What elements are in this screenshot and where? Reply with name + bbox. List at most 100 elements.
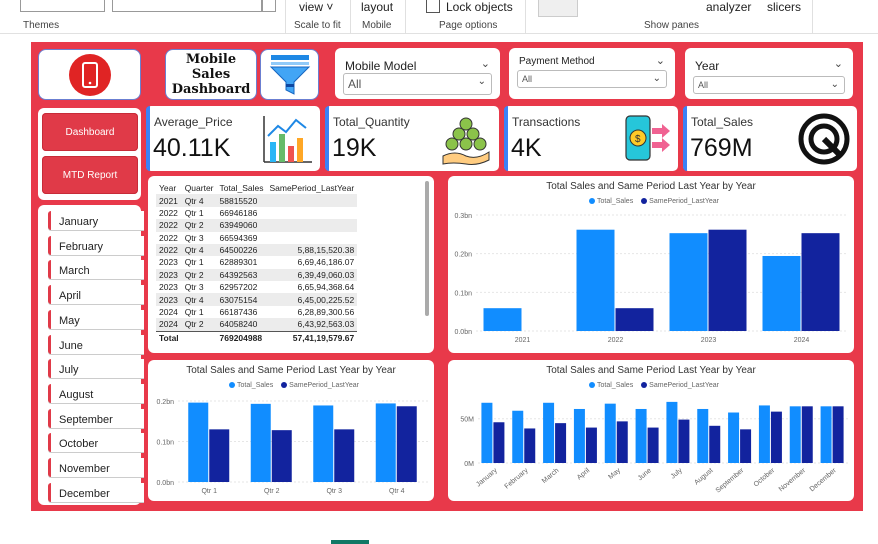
page-tab-indicator[interactable] [331, 540, 369, 544]
bar-total-sales [573, 408, 585, 463]
bar-same-period [396, 406, 417, 482]
kpi-total-sales: Total_Sales 769M [683, 106, 857, 171]
theme-swatch[interactable] [20, 0, 105, 12]
chevron-down-icon[interactable]: ⌄ [834, 57, 843, 70]
x-tick-label: December [809, 467, 839, 494]
table-cell: 66187436 [219, 306, 258, 317]
chart-by-month: Total Sales and Same Period Last Year by… [448, 360, 854, 501]
svg-text:$: $ [635, 134, 641, 145]
phone-payment-icon: $ [625, 115, 670, 161]
y-tick-label: 0.1bn [156, 440, 174, 447]
table-cell: Qtr 2 [181, 268, 217, 281]
bar-total-sales [762, 255, 801, 331]
view-button[interactable]: view ˅ [299, 0, 333, 14]
bar-total-sales [250, 403, 271, 482]
layout-button[interactable]: layout [361, 0, 393, 14]
bar-same-period [801, 233, 840, 331]
table-cell: Qtr 2 [181, 318, 217, 331]
table-header[interactable]: Year [156, 182, 182, 194]
table-cell [266, 219, 358, 232]
filter-card[interactable] [260, 49, 319, 100]
bar-same-period [615, 308, 654, 331]
month-item-april[interactable]: April [48, 285, 144, 305]
table-cell: 63075154 [216, 293, 267, 306]
chevron-down-icon[interactable]: ⌄ [481, 57, 490, 70]
chart-by-quarter: Total Sales and Same Period Last Year by… [148, 360, 434, 501]
bar-total-sales [758, 405, 770, 463]
bar-total-sales [188, 402, 209, 482]
dashboard-nav-button[interactable]: Dashboard [42, 113, 138, 151]
month-item-july[interactable]: July [48, 359, 144, 379]
bar-same-period [740, 429, 752, 463]
month-item-february[interactable]: February [48, 235, 144, 255]
payment-method-dropdown[interactable]: All ⌄ [517, 70, 667, 88]
table-scrollbar[interactable] [425, 181, 429, 316]
table-cell: 6,39,49,060.03 [266, 268, 358, 281]
theme-more-button[interactable] [262, 0, 276, 12]
table-header[interactable]: SamePeriod_LastYear [266, 182, 357, 194]
month-item-may[interactable]: May [48, 309, 144, 329]
theme-gallery[interactable] [112, 0, 262, 12]
year-dropdown[interactable]: All ⌄ [693, 76, 845, 94]
group-scale: Scale to fit [294, 20, 341, 31]
bar-same-period [616, 421, 628, 463]
page-title: Mobile Sales Dashboard [165, 49, 257, 100]
y-tick-label: 0.0bn [156, 480, 174, 487]
table-cell: 58815520 [216, 194, 267, 207]
year-slicer[interactable]: Year ⌄ All ⌄ [685, 48, 853, 99]
table-cell [266, 207, 357, 219]
month-item-june[interactable]: June [48, 334, 144, 354]
table-header[interactable]: Quarter [182, 182, 217, 194]
bar-same-period [801, 406, 813, 463]
month-slicer: January February March April May June July Augu… [38, 205, 144, 505]
bar-same-period [708, 229, 747, 331]
group-page-options: Page options [439, 20, 498, 31]
table-cell: 2024 [159, 306, 178, 317]
table-cell: 2024 [156, 318, 182, 331]
mtd-report-nav-button[interactable]: MTD Report [42, 156, 138, 194]
month-item-november[interactable]: November [48, 458, 144, 477]
table-cell: 66594369 [219, 232, 258, 243]
table-cell: 2022 [159, 232, 178, 243]
table-cell: 6,43,92,563.03 [266, 318, 358, 331]
table-cell: Total [156, 330, 182, 344]
chevron-down-icon[interactable]: ⌄ [656, 54, 665, 67]
lock-objects-checkbox[interactable] [426, 0, 440, 13]
slicers-button[interactable]: slicers [767, 0, 801, 14]
table-row: 2022 Qtr 2 63949060 [156, 219, 358, 232]
month-item-august[interactable]: August [48, 383, 144, 403]
table-header[interactable]: Total_Sales [217, 182, 267, 194]
chart-by-year: Total Sales and Same Period Last Year by… [448, 176, 854, 353]
pane-toggle[interactable] [538, 0, 578, 17]
mobile-model-slicer[interactable]: Mobile Model ⌄ All ⌄ [335, 48, 500, 99]
bar-same-period [524, 428, 536, 463]
bar-same-period [555, 423, 567, 463]
table-cell [266, 194, 358, 207]
payment-method-slicer[interactable]: Payment Method ⌄ All ⌄ [509, 48, 675, 99]
table-cell: 2023 [159, 282, 178, 293]
table-cell: 5,88,15,520.38 [266, 243, 358, 257]
bar-same-period [334, 429, 355, 482]
month-item-september[interactable]: September [48, 408, 144, 428]
mobile-model-dropdown[interactable]: All ⌄ [343, 73, 492, 95]
month-item-october[interactable]: October [48, 433, 144, 453]
table-cell: 2022 [156, 219, 182, 232]
analyzer-button[interactable]: analyzer [706, 0, 751, 14]
lock-objects-label: Lock objects [446, 0, 513, 14]
month-item-december[interactable]: December [48, 482, 144, 502]
table-row: 2024 Qtr 1 66187436 6,28,89,300.56 [156, 306, 357, 318]
chart-plot: 0M 50M January February March April May June Jul… [460, 401, 848, 495]
table-cell: Qtr 4 [181, 243, 217, 257]
kpi-transactions: Transactions 4K $ [504, 106, 678, 171]
bar-total-sales [820, 406, 832, 463]
table-row: 2022 Qtr 3 66594369 [156, 232, 357, 244]
nav-panel: Dashboard MTD Report [38, 108, 141, 200]
y-tick-label: 50M [460, 417, 474, 424]
bar-total-sales [512, 410, 524, 463]
bar-total-sales [483, 308, 522, 331]
group-themes: Themes [23, 20, 60, 31]
x-tick-label: November [778, 467, 808, 494]
chart-plot: 0.0bn 0.1bn 0.2bn 0.3bn 2021 2022 2023 2024 [454, 213, 848, 344]
month-item-january[interactable]: January [48, 211, 144, 230]
month-item-march[interactable]: March [48, 260, 144, 280]
